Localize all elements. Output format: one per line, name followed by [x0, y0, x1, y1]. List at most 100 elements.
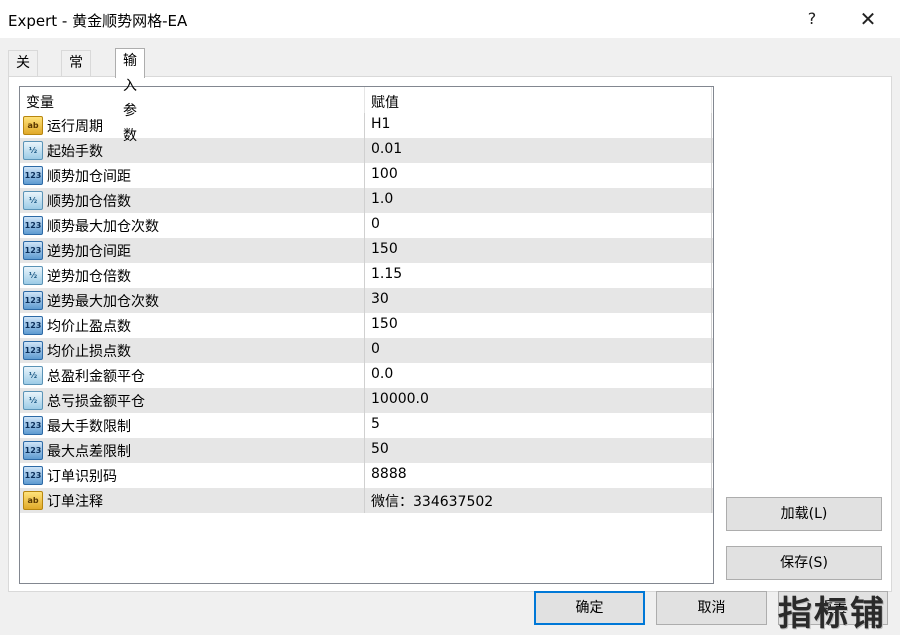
table-row[interactable]: 123 均价止盈点数 150: [20, 313, 713, 338]
cell-divider: [364, 263, 365, 288]
table-row[interactable]: ½ 顺势加仓倍数 1.0: [20, 188, 713, 213]
parameter-value[interactable]: 0.01: [371, 141, 402, 157]
table-row[interactable]: 123 订单识别码 8888: [20, 463, 713, 488]
column-header-variable[interactable]: 变量: [26, 92, 54, 112]
integer-type-icon: 123: [23, 241, 43, 260]
table-row[interactable]: ab 订单注释 微信：334637502: [20, 488, 713, 513]
double-type-icon: ½: [23, 391, 43, 410]
table-row[interactable]: 123 顺势最大加仓次数 0: [20, 213, 713, 238]
tab-common[interactable]: 常用: [61, 50, 91, 96]
parameter-value[interactable]: 150: [371, 316, 398, 332]
close-button[interactable]: ✕: [853, 6, 883, 32]
table-row[interactable]: ½ 总盈利金额平仓 0.0: [20, 363, 713, 388]
integer-type-icon: 123: [23, 441, 43, 460]
cell-divider: [364, 213, 365, 238]
cell-divider: [364, 338, 365, 363]
cell-divider: [711, 388, 712, 413]
integer-type-icon: 123: [23, 416, 43, 435]
double-type-icon: ½: [23, 141, 43, 160]
table-row[interactable]: 123 顺势加仓间距 100: [20, 163, 713, 188]
parameter-name: 运行周期: [47, 119, 103, 135]
load-button[interactable]: 加载(L): [726, 497, 882, 531]
cell-divider: [711, 413, 712, 438]
cell-divider: [364, 238, 365, 263]
parameter-value[interactable]: 50: [371, 441, 389, 457]
window-title: Expert - 黄金顺势网格-EA: [8, 12, 188, 30]
cell-divider: [711, 488, 712, 513]
table-row[interactable]: ½ 逆势加仓倍数 1.15: [20, 263, 713, 288]
cell-divider: [711, 113, 712, 138]
parameter-name: 均价止损点数: [47, 344, 131, 360]
parameter-value[interactable]: 1.15: [371, 266, 402, 282]
parameter-value[interactable]: 10000.0: [371, 391, 429, 407]
parameter-name: 订单注释: [47, 494, 103, 510]
tab-about[interactable]: 关于: [8, 50, 38, 96]
cell-divider: [364, 188, 365, 213]
help-button[interactable]: ?: [797, 6, 827, 32]
table-row[interactable]: ½ 总亏损金额平仓 10000.0: [20, 388, 713, 413]
grid-rows: ab 运行周期 H1 ½ 起始手数 0.01 123 顺势加仓间距 100 ½ 顺势加仓倍数 1.0 1…: [20, 113, 713, 513]
double-type-icon: ½: [23, 191, 43, 210]
cancel-button[interactable]: 取消: [656, 591, 767, 625]
cell-divider: [364, 413, 365, 438]
cell-divider: [711, 213, 712, 238]
parameter-name: 最大手数限制: [47, 419, 131, 435]
parameter-value[interactable]: 150: [371, 241, 398, 257]
cell-divider: [364, 488, 365, 513]
parameter-name: 顺势加仓间距: [47, 169, 131, 185]
cell-divider: [711, 313, 712, 338]
integer-type-icon: 123: [23, 341, 43, 360]
parameter-name: 逆势加仓间距: [47, 244, 131, 260]
parameter-value[interactable]: 0.0: [371, 366, 393, 382]
parameters-grid: 变量 赋值 ab 运行周期 H1 ½ 起始手数 0.01 123 顺势加仓间距 100 ½ 顺势加仓…: [19, 86, 714, 584]
cell-divider: [364, 313, 365, 338]
integer-type-icon: 123: [23, 216, 43, 235]
table-row[interactable]: 123 逆势加仓间距 150: [20, 238, 713, 263]
cell-divider: [711, 338, 712, 363]
cell-divider: [711, 363, 712, 388]
parameter-value[interactable]: 5: [371, 416, 380, 432]
string-type-icon: ab: [23, 116, 43, 135]
cell-divider: [364, 138, 365, 163]
parameter-value[interactable]: 1.0: [371, 191, 393, 207]
cell-divider: [711, 438, 712, 463]
parameter-value[interactable]: 8888: [371, 466, 407, 482]
cell-divider: [711, 138, 712, 163]
cell-divider: [364, 438, 365, 463]
cell-divider: [711, 288, 712, 313]
cell-divider: [711, 263, 712, 288]
table-row[interactable]: 123 最大手数限制 5: [20, 413, 713, 438]
cell-divider: [364, 388, 365, 413]
title-bar: Expert - 黄金顺势网格-EA ? ✕: [0, 0, 900, 38]
column-divider[interactable]: [711, 87, 712, 113]
parameter-name: 顺势加仓倍数: [47, 194, 131, 210]
tab-inputs[interactable]: 输入参数: [115, 48, 145, 144]
cell-divider: [364, 363, 365, 388]
ok-button[interactable]: 确定: [534, 591, 645, 625]
parameter-value[interactable]: 0: [371, 341, 380, 357]
cell-divider: [711, 163, 712, 188]
integer-type-icon: 123: [23, 291, 43, 310]
parameter-value[interactable]: 微信：334637502: [371, 491, 493, 511]
cell-divider: [711, 188, 712, 213]
parameter-name: 逆势最大加仓次数: [47, 294, 159, 310]
cell-divider: [364, 463, 365, 488]
column-divider[interactable]: [364, 87, 365, 113]
parameter-name: 逆势加仓倍数: [47, 269, 131, 285]
parameter-value[interactable]: 100: [371, 166, 398, 182]
parameter-value[interactable]: 0: [371, 216, 380, 232]
parameter-name: 起始手数: [47, 144, 103, 160]
double-type-icon: ½: [23, 366, 43, 385]
watermark-logo: 指标铺: [778, 594, 886, 634]
parameter-name: 最大点差限制: [47, 444, 131, 460]
integer-type-icon: 123: [23, 166, 43, 185]
cell-divider: [364, 288, 365, 313]
save-button[interactable]: 保存(S): [726, 546, 882, 580]
table-row[interactable]: 123 均价止损点数 0: [20, 338, 713, 363]
parameter-value[interactable]: 30: [371, 291, 389, 307]
table-row[interactable]: 123 最大点差限制 50: [20, 438, 713, 463]
table-row[interactable]: 123 逆势最大加仓次数 30: [20, 288, 713, 313]
parameter-value[interactable]: H1: [371, 116, 390, 132]
parameter-name: 总亏损金额平仓: [47, 394, 145, 410]
column-header-value[interactable]: 赋值: [371, 92, 399, 112]
